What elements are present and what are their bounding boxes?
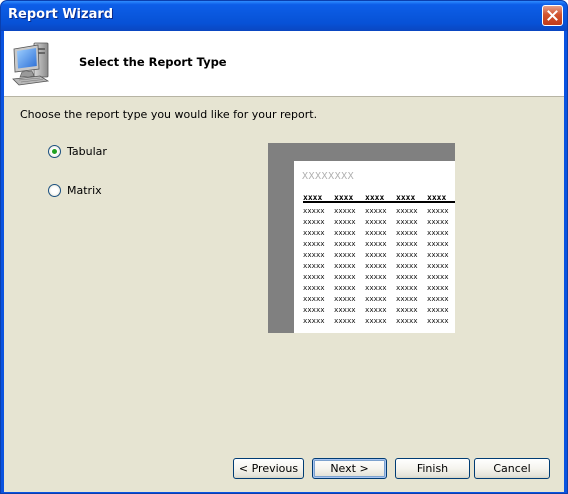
preview-cell: xxxxx: [303, 261, 325, 270]
preview-cell: xxxxx: [303, 228, 325, 237]
radio-button-unchecked[interactable]: [48, 184, 61, 197]
preview-cell: xxxxx: [365, 228, 387, 237]
preview-cell: xxxxx: [365, 316, 387, 325]
preview-cell: xxxxx: [303, 206, 325, 215]
preview-row: xxxxx xxxxx xxxxx xxxxx xxxxx: [303, 227, 455, 238]
preview-cell: xxxxx: [427, 272, 449, 281]
preview-cell: xxxxx: [334, 206, 356, 215]
radio-matrix[interactable]: Matrix: [48, 184, 102, 197]
window-title: Report Wizard: [8, 7, 114, 22]
radio-button-checked[interactable]: [48, 145, 61, 158]
next-button[interactable]: Next >: [312, 458, 387, 479]
preview-cell: xxxxx: [396, 283, 418, 292]
preview-row: xxxxx xxxxx xxxxx xxxxx xxxxx: [303, 205, 455, 216]
cancel-button[interactable]: Cancel: [474, 458, 550, 479]
radio-label-matrix: Matrix: [67, 184, 102, 197]
preview-cell: xxxxx: [365, 305, 387, 314]
preview-cell: xxxxx: [427, 261, 449, 270]
preview-cell: xxxxx: [396, 206, 418, 215]
wizard-header: Select the Report Type: [4, 31, 564, 97]
preview-row: xxxxx xxxxx xxxxx xxxxx xxxxx: [303, 271, 455, 282]
instruction-text: Choose the report type you would like fo…: [20, 108, 318, 121]
preview-cell: xxxxx: [365, 206, 387, 215]
preview-cell: xxxxx: [427, 239, 449, 248]
preview-cell: xxxxx: [427, 217, 449, 226]
preview-row: xxxxx xxxxx xxxxx xxxxx xxxxx: [303, 304, 455, 315]
preview-cell: xxxxx: [303, 305, 325, 314]
close-button[interactable]: [542, 5, 563, 26]
preview-cell: xxxx: [303, 193, 323, 201]
wizard-client-area: Select the Report Type Choose the report…: [4, 31, 564, 492]
preview-cell: xxxxx: [334, 228, 356, 237]
preview-cell: xxxxx: [396, 316, 418, 325]
preview-header-row: xxxx xxxx xxxx xxxx xxxx: [303, 192, 455, 203]
preview-cell: xxxxx: [303, 250, 325, 259]
close-icon: [547, 10, 558, 21]
preview-cell: xxxxx: [396, 250, 418, 259]
preview-row: xxxxx xxxxx xxxxx xxxxx xxxxx: [303, 249, 455, 260]
preview-cell: xxxxx: [365, 294, 387, 303]
preview-cell: xxxx: [396, 193, 416, 201]
preview-cell: xxxxx: [334, 316, 356, 325]
preview-table: xxxx xxxx xxxx xxxx xxxx xxxxx xxxxx xxxxx xxxxx…: [303, 192, 455, 326]
preview-cell: xxxxx: [427, 250, 449, 259]
preview-cell: xxxxx: [303, 272, 325, 281]
preview-cell: xxxxx: [396, 228, 418, 237]
title-bar[interactable]: Report Wizard: [1, 1, 567, 31]
radio-tabular[interactable]: Tabular: [48, 145, 107, 158]
preview-cell: xxxxx: [396, 217, 418, 226]
preview-cell: xxxxx: [427, 294, 449, 303]
preview-cell: xxxxx: [334, 272, 356, 281]
preview-cell: xxxx: [365, 193, 385, 201]
preview-cell: xxxxx: [303, 283, 325, 292]
preview-cell: xxxxx: [396, 261, 418, 270]
preview-cell: xxxxx: [334, 305, 356, 314]
preview-cell: xxxxx: [427, 283, 449, 292]
preview-cell: xxxxx: [365, 283, 387, 292]
preview-cell: xxxxx: [303, 294, 325, 303]
preview-cell: xxxxx: [396, 305, 418, 314]
preview-row: xxxxx xxxxx xxxxx xxxxx xxxxx: [303, 238, 455, 249]
finish-button[interactable]: Finish: [395, 458, 470, 479]
preview-cell: xxxxx: [427, 206, 449, 215]
preview-cell: xxxxx: [334, 294, 356, 303]
preview-cell: xxxxx: [365, 250, 387, 259]
report-preview: XXXXXXXX xxxx xxxx xxxx xxxx xxxx xxxxx xxxxx x…: [268, 143, 455, 333]
preview-sheet: XXXXXXXX xxxx xxxx xxxx xxxx xxxx xxxxx xxxxx x…: [294, 161, 455, 333]
preview-cell: xxxxx: [334, 261, 356, 270]
preview-cell: xxxxx: [334, 250, 356, 259]
preview-row: xxxxx xxxxx xxxxx xxxxx xxxxx: [303, 260, 455, 271]
preview-title: XXXXXXXX: [302, 171, 355, 182]
preview-cell: xxxxx: [334, 283, 356, 292]
preview-row: xxxxx xxxxx xxxxx xxxxx xxxxx: [303, 282, 455, 293]
preview-cell: xxxxx: [365, 261, 387, 270]
preview-cell: xxxxx: [365, 239, 387, 248]
page-title: Select the Report Type: [79, 55, 227, 69]
preview-cell: xxxxx: [396, 294, 418, 303]
preview-row: xxxxx xxxxx xxxxx xxxxx xxxxx: [303, 216, 455, 227]
previous-button[interactable]: < Previous: [233, 458, 304, 479]
radio-label-tabular: Tabular: [67, 145, 107, 158]
preview-cell: xxxxx: [303, 239, 325, 248]
preview-cell: xxxxx: [427, 305, 449, 314]
preview-cell: xxxxx: [427, 316, 449, 325]
preview-cell: xxxxx: [396, 239, 418, 248]
preview-row: xxxxx xxxxx xxxxx xxxxx xxxxx: [303, 315, 455, 326]
preview-cell: xxxxx: [396, 272, 418, 281]
computer-icon: [12, 42, 50, 86]
preview-cell: xxxxx: [303, 316, 325, 325]
preview-cell: xxxxx: [334, 239, 356, 248]
preview-cell: xxxx: [334, 193, 354, 201]
preview-cell: xxxxx: [365, 272, 387, 281]
preview-cell: xxxxx: [365, 217, 387, 226]
report-wizard-window: Report Wizard Select the Report Type Cho…: [0, 0, 568, 494]
preview-cell: xxxxx: [427, 228, 449, 237]
preview-row: xxxxx xxxxx xxxxx xxxxx xxxxx: [303, 293, 455, 304]
preview-cell: xxxxx: [303, 217, 325, 226]
preview-cell: xxxx: [427, 193, 447, 201]
preview-cell: xxxxx: [334, 217, 356, 226]
